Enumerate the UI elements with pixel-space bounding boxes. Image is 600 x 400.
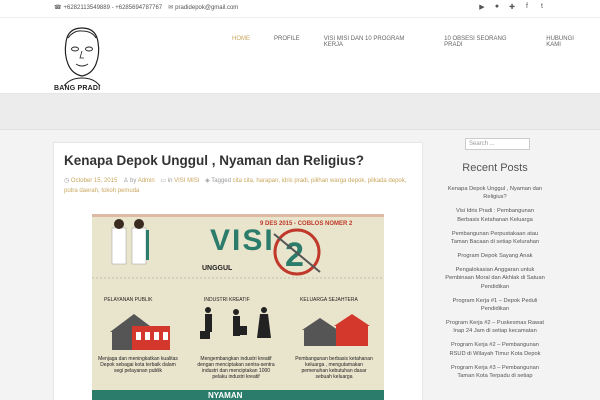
col2-text: Mengembangkan industri kreatif dengan me… (197, 356, 275, 380)
twitter-icon[interactable]: t (538, 3, 546, 11)
top-bar: ☎ +6282113549889 - +6285694787767 ✉ pradid… (0, 0, 600, 18)
user-icon: ♙ (122, 178, 129, 184)
col2-title: INDUSTRI KREATIF (204, 297, 250, 303)
recent-post-item[interactable]: Program Kerja #2 – Pembangunan RSUD di W… (445, 341, 545, 358)
sidebar: Search ... Recent Posts Kenapa Depok Ung… (445, 138, 545, 386)
blog-post: Kenapa Depok Unggul , Nyaman dan Religiu… (53, 142, 423, 400)
in-label: in (167, 178, 173, 184)
recent-post-item[interactable]: Program Kerja #1 – Depok Peduli Pendidik… (445, 297, 545, 314)
clock-icon: ◷ (64, 178, 70, 184)
col3-text: Pembangunan berbasis ketahanan keluarga … (295, 356, 373, 380)
post-meta: ◷ October 15, 2015 ♙ by Admin ▭ in VISI … (64, 176, 414, 196)
recent-post-item[interactable]: Pembangunan Perpustakaan atau Taman Baca… (445, 230, 545, 247)
search-input[interactable]: Search ... (465, 138, 530, 150)
nav-home[interactable]: HOME (220, 36, 262, 48)
facebook-icon[interactable]: f (523, 3, 531, 11)
svg-text:2: 2 (285, 236, 304, 274)
youtube-icon[interactable]: ▶ (478, 3, 486, 11)
unggul-label: UNGGUL (202, 265, 233, 272)
phone-icon: ☎ (54, 5, 62, 11)
col1-title: PELAYANAN PUBLIK (104, 297, 153, 303)
recent-post-item[interactable]: Pengalokasian Anggaran untuk Pembinaan M… (445, 266, 545, 291)
post-title[interactable]: Kenapa Depok Unggul , Nyaman dan Religiu… (64, 153, 364, 168)
phone-numbers: +6282113549889 - +6285694787767 (63, 5, 163, 11)
nav-visi-misi[interactable]: VISI MISI DAN 10 PROGRAM KERJA (312, 36, 432, 48)
logo-text[interactable]: BANG PRADI (54, 85, 100, 92)
recent-post-item[interactable]: Program Kerja #2 – Puskesmas Rawat Inap … (445, 319, 545, 336)
by-label: by (130, 178, 137, 184)
election-date: 9 DES 2015 - COBLOS NOMER 2 (260, 221, 353, 227)
social-links: ▶ ● ✚ f t (478, 3, 546, 11)
email-address[interactable]: pradidepok@gmail.com (175, 5, 238, 11)
visi-heading: VISI (210, 224, 275, 257)
email-icon: ✉ (168, 5, 174, 11)
flickr-icon[interactable]: ● (493, 3, 501, 11)
post-author[interactable]: Admin (138, 178, 155, 184)
recent-post-item[interactable]: Program Depok Sayang Anak (445, 252, 545, 260)
post-date[interactable]: October 15, 2015 (71, 178, 117, 184)
visi-infographic: 2 VISI 9 DES 2015 - COBLOS NOMER 2 UNGGU… (92, 214, 384, 400)
col1-text: Menjaga dan meningkatkan kualitas Depok … (98, 356, 178, 374)
recent-posts-list: Kenapa Depok Unggul , Nyaman dan Religiu… (445, 185, 545, 380)
logo-caricature[interactable] (52, 22, 110, 86)
tagged-label: Tagged (211, 178, 231, 184)
google-plus-icon[interactable]: ✚ (508, 3, 516, 11)
recent-post-item[interactable]: Visi Idris Pradi : Pembangunan Berbasis … (445, 207, 545, 224)
site-header: BANG PRADI HOME PROFILE VISI MISI DAN 10… (0, 18, 600, 94)
page-title-band (0, 94, 600, 130)
recent-posts-title: Recent Posts (462, 162, 528, 174)
folder-icon: ▭ (160, 178, 167, 184)
recent-post-item[interactable]: Kenapa Depok Unggul , Nyaman dan Religiu… (445, 185, 545, 202)
nav-10-obsesi[interactable]: 10 OBSESI SEORANG PRADI (432, 36, 534, 48)
tag-icon: ◈ (205, 178, 210, 184)
recent-post-item[interactable]: Program Kerja #3 – Pembangunan Taman Kot… (445, 364, 545, 381)
main-nav: HOME PROFILE VISI MISI DAN 10 PROGRAM KE… (220, 36, 600, 48)
nyaman-label: NYAMAN (208, 391, 243, 400)
col3-title: KELUARGA SEJAHTERA (300, 297, 358, 303)
nav-hubungi-kami[interactable]: HUBUNGI KAMI (534, 36, 600, 48)
post-category[interactable]: VISI MISI (174, 178, 199, 184)
contact-info: ☎ +6282113549889 - +6285694787767 ✉ pradid… (54, 4, 238, 11)
nav-profile[interactable]: PROFILE (262, 36, 312, 48)
